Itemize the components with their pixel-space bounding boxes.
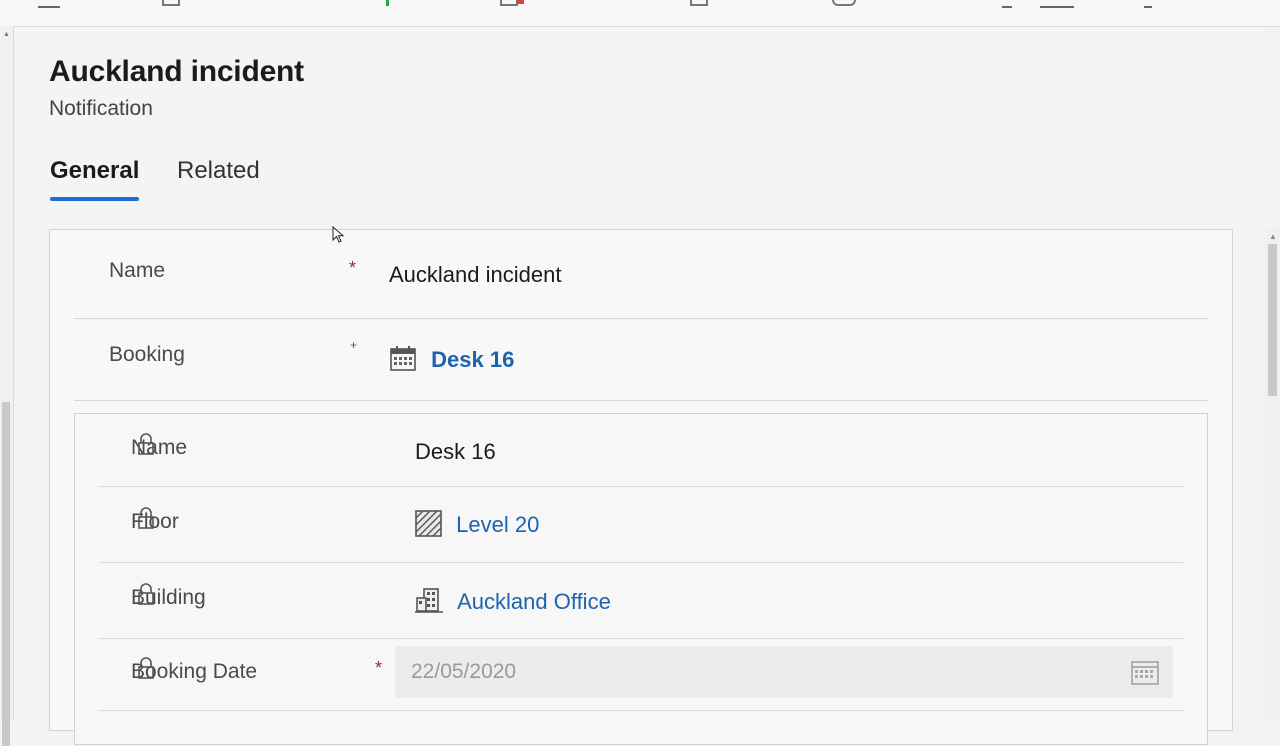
- left-scrollbar[interactable]: ▲: [0, 26, 14, 746]
- booking-date-value: 22/05/2020: [411, 660, 517, 683]
- required-marker: *: [349, 258, 357, 278]
- entity-name: Notification: [49, 97, 153, 120]
- building-icon: [415, 586, 443, 620]
- calendar-icon: [1131, 659, 1159, 690]
- top-toolbar: [0, 0, 1280, 27]
- floor-link[interactable]: Level 20: [456, 512, 539, 537]
- lock-icon: [138, 433, 154, 455]
- right-scrollbar[interactable]: ▲: [1265, 228, 1280, 720]
- tab-related[interactable]: Related: [177, 157, 260, 185]
- toolbar-fragment: [162, 0, 180, 6]
- lock-icon: [138, 657, 154, 679]
- floor-icon: [415, 510, 442, 543]
- building-lookup[interactable]: Auckland Office: [415, 586, 611, 620]
- recommended-marker: +: [350, 338, 358, 352]
- floor-label: Floor: [131, 507, 179, 534]
- toolbar-fragment: [38, 0, 60, 8]
- toolbar-fragment: [1144, 0, 1152, 8]
- mouse-cursor-icon: [332, 226, 344, 243]
- calendar-icon: [389, 344, 417, 378]
- toolbar-fragment: [1002, 0, 1012, 8]
- booking-row: Booking + Desk 16: [74, 318, 1208, 401]
- booking-date-row: Booking Date * 22/05/2020: [99, 638, 1183, 711]
- lock-icon: [138, 583, 154, 605]
- desk-name-value: Desk 16: [415, 439, 496, 464]
- booking-date-label: Booking Date: [131, 657, 257, 684]
- booking-lookup[interactable]: Desk 16: [389, 344, 514, 378]
- building-link[interactable]: Auckland Office: [457, 589, 611, 614]
- scroll-up-arrow-icon[interactable]: ▲: [3, 31, 10, 38]
- record-form-page: Auckland incident Notification General R…: [14, 27, 1264, 745]
- building-row: Building Auckland Office: [99, 562, 1183, 639]
- desk-name-row: Name Desk 16: [99, 414, 1183, 487]
- toolbar-fragment: [517, 0, 524, 4]
- tab-general[interactable]: General: [50, 157, 140, 201]
- floor-row: Floor Level 20: [99, 486, 1183, 563]
- name-row: Name * Auckland incident: [74, 230, 1208, 319]
- general-section: Name * Auckland incident Booking + Desk …: [49, 229, 1233, 745]
- building-label: Building: [131, 583, 206, 610]
- required-marker: *: [375, 658, 383, 678]
- toolbar-fragment: [1040, 0, 1074, 8]
- booking-quick-view: Name Desk 16 Floor Level 20 Building Auc…: [74, 413, 1208, 745]
- booking-label: Booking: [109, 343, 185, 366]
- name-field[interactable]: Auckland incident: [389, 262, 561, 288]
- scroll-up-arrow-icon[interactable]: ▲: [1269, 232, 1277, 241]
- booking-link[interactable]: Desk 16: [431, 347, 514, 372]
- desk-name-label: Name: [131, 433, 187, 460]
- lock-icon: [138, 507, 154, 529]
- booking-date-field: 22/05/2020: [395, 646, 1173, 698]
- record-title: Auckland incident: [49, 55, 304, 88]
- scrollbar-thumb[interactable]: [2, 402, 10, 746]
- toolbar-fragment: [690, 0, 708, 6]
- floor-lookup[interactable]: Level 20: [415, 510, 539, 543]
- toolbar-fragment: [386, 0, 389, 6]
- toolbar-fragment: [832, 0, 856, 6]
- name-label: Name: [109, 259, 166, 282]
- toolbar-fragment: [500, 0, 518, 6]
- scrollbar-thumb[interactable]: [1268, 244, 1277, 396]
